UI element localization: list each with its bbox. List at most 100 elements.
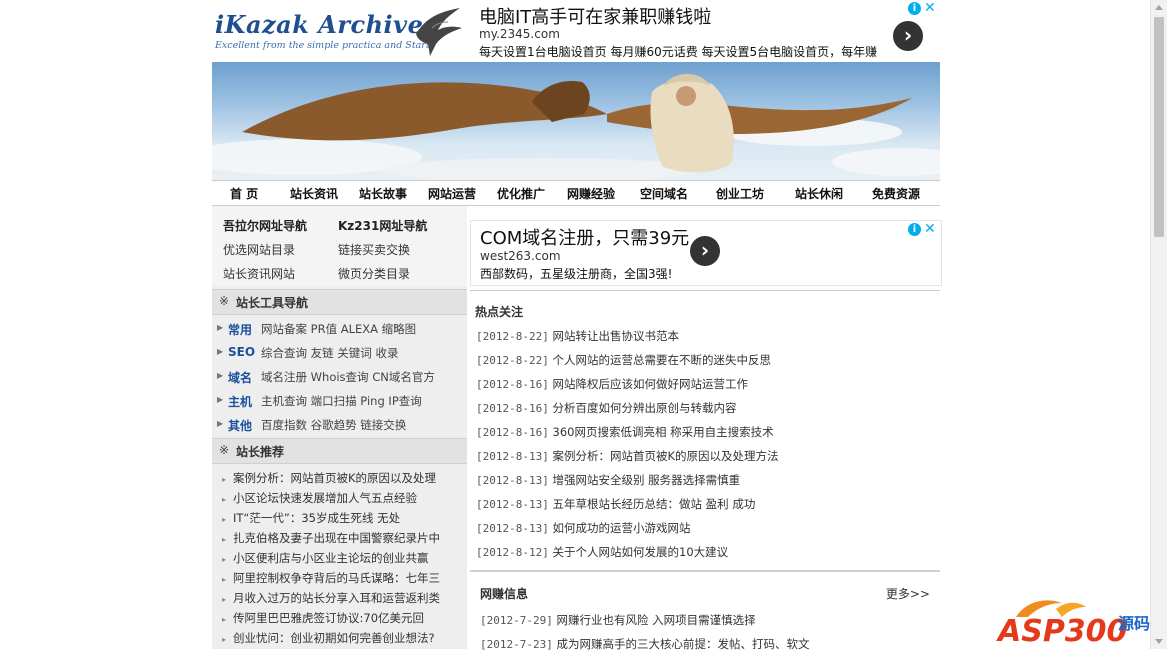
logo-slogan: Excellent from the simple practica and S…: [215, 40, 434, 51]
list-item[interactable]: ▸ 月收入过万的站长分享入耳和运营返利类: [222, 590, 440, 606]
list-item[interactable]: ▸ 创业忧问：创业初期如何完善创业想法?: [222, 630, 435, 646]
scrollbar-thumb[interactable]: [1154, 17, 1164, 237]
bullet-icon: ▸: [222, 595, 227, 604]
watermark-logo-icon: ASP300 源码: [996, 600, 1150, 649]
bullet-icon: ▸: [222, 555, 227, 564]
ad-go-arrow-icon[interactable]: ›: [893, 21, 923, 51]
nav-item-free-resources[interactable]: 免费资源: [872, 185, 920, 202]
ad-go-arrow-icon[interactable]: ›: [690, 236, 720, 266]
ad-close-icon[interactable]: ✕: [924, 0, 936, 16]
nav-item-webmaster-stories[interactable]: 站长故事: [359, 185, 407, 202]
eagle-logo-icon: [416, 8, 462, 56]
nav-item-seo-promotion[interactable]: 优化推广: [497, 185, 545, 202]
list-item[interactable]: ▸ 阿里控制权争夺背后的马氏谋略：七年三: [222, 570, 440, 586]
list-item[interactable]: [2012-8-12] 关于个人网站如何发展的10大建议: [476, 544, 728, 560]
ad-description: 西部数码，五星级注册商，全国3强!: [480, 267, 673, 281]
bullet-icon: ▸: [222, 635, 227, 644]
bullet-icon: ▸: [222, 495, 227, 504]
content-advertisement[interactable]: COM域名注册，只需39元 west263.com 西部数码，五星级注册商，全国…: [470, 220, 942, 286]
ad-url[interactable]: my.2345.com: [479, 27, 560, 41]
list-item[interactable]: [2012-8-16] 360网页搜索低调亮相 称采用自主搜索技术: [476, 424, 774, 440]
site-link[interactable]: Kz231网址导航: [338, 217, 427, 234]
ad-title[interactable]: COM域名注册，只需39元: [480, 224, 689, 250]
main-navigation: 首 页 站长资讯 站长故事 网站运营 优化推广 网赚经验 空间域名 创业工坊 站…: [212, 180, 940, 206]
asp300-watermark: ASP300 源码: [996, 595, 1160, 649]
site-directory-links: 吾拉尔网址导航 Kz231网址导航 优选网站目录 链接买卖交换 站长资讯网站 微…: [212, 206, 467, 286]
tool-row: ▶ SEO 综合查询 友链 关键词 收录: [212, 342, 467, 366]
site-logo[interactable]: iKazak Archives Excellent from the simpl…: [212, 0, 470, 60]
nav-item-site-operation[interactable]: 网站运营: [428, 185, 476, 202]
top-advertisement[interactable]: 电脑IT高手可在家兼职赚钱啦 my.2345.com 每天设置1台电脑设首页 每…: [470, 0, 940, 60]
nav-item-hosting-domain[interactable]: 空间域名: [640, 185, 688, 202]
nav-item-leisure[interactable]: 站长休闲: [795, 185, 843, 202]
list-item[interactable]: [2012-8-22] 网站转让出售协议书范本: [476, 328, 679, 344]
ad-description: 每天设置1台电脑设首页 每月赚60元话费 每天设置5台电脑设首页，每年赚: [479, 45, 878, 59]
watermark-brand: ASP300: [996, 614, 1127, 647]
tool-links[interactable]: 百度指数 谷歌趋势 链接交换: [261, 417, 406, 433]
main-content: COM域名注册，只需39元 west263.com 西部数码，五星级注册商，全国…: [470, 206, 942, 652]
more-link[interactable]: 更多>>: [886, 585, 930, 602]
section-title: 站长推荐: [236, 445, 285, 459]
tool-row: ▶ 常用 网站备案 PR值 ALEXA 缩略图: [212, 318, 467, 342]
bullet-icon: ▸: [222, 615, 227, 624]
tool-links[interactable]: 主机查询 端口扫描 Ping IP查询: [261, 393, 422, 409]
site-link[interactable]: 站长资讯网站: [223, 265, 295, 282]
list-item[interactable]: ▸ 扎克伯格及妻子出现在中国警察纪录片中: [222, 530, 440, 546]
list-item[interactable]: [2012-8-16] 网站降权后应该如何做好网站运营工作: [476, 376, 748, 392]
ad-title[interactable]: 电脑IT高手可在家兼职赚钱啦: [479, 3, 711, 29]
tool-row: ▶ 其他 百度指数 谷歌趋势 链接交换: [212, 414, 467, 438]
list-item[interactable]: [2012-7-23] 成为网赚高手的三大核心前提：发帖、打码、软文: [480, 636, 810, 652]
arrow-right-icon: ▶: [217, 395, 224, 404]
recommend-section-header: ※ 站长推荐: [212, 438, 467, 464]
list-item[interactable]: ▸ 小区论坛快速发展增加人气五点经验: [222, 490, 417, 506]
list-item[interactable]: [2012-8-13] 案例分析：网站首页被K的原因以及处理方法: [476, 448, 779, 464]
list-item[interactable]: ▸ IT“茫一代”：35岁成生死线 无处: [222, 510, 400, 526]
site-link[interactable]: 优选网站目录: [223, 241, 295, 258]
tool-links[interactable]: 网站备案 PR值 ALEXA 缩略图: [261, 321, 416, 337]
site-link[interactable]: 吾拉尔网址导航: [223, 217, 307, 234]
list-item[interactable]: ▸ 案例分析：网站首页被K的原因以及处理: [222, 470, 436, 486]
tool-category[interactable]: 主机: [228, 393, 252, 410]
tool-row: ▶ 域名 域名注册 Whois查询 CN域名官方: [212, 366, 467, 390]
online-earning-box: 网赚信息 更多>> [2012-7-29] 网赚行业也有风险 入网项目需谨慎选择…: [470, 570, 940, 652]
logo-title: iKazak Archives: [215, 10, 438, 39]
bullet-icon: ▸: [222, 535, 227, 544]
list-item[interactable]: [2012-8-16] 分析百度如何分辨出原创与转载内容: [476, 400, 737, 416]
nav-item-home[interactable]: 首 页: [230, 185, 258, 202]
nav-item-startup-workshop[interactable]: 创业工坊: [716, 185, 764, 202]
site-link[interactable]: 链接买卖交换: [338, 241, 410, 258]
nav-item-webmaster-news[interactable]: 站长资讯: [290, 185, 338, 202]
list-item[interactable]: [2012-8-22] 个人网站的运营总需要在不断的迷失中反思: [476, 352, 771, 368]
tool-category[interactable]: SEO: [228, 345, 255, 359]
tool-category[interactable]: 其他: [228, 417, 252, 434]
tool-links[interactable]: 综合查询 友链 关键词 收录: [261, 345, 398, 361]
list-item[interactable]: ▸ 小区便利店与小区业主论坛的创业共赢: [222, 550, 429, 566]
list-item[interactable]: [2012-8-13] 如何成功的运营小游戏网站: [476, 520, 691, 536]
ad-url[interactable]: west263.com: [480, 249, 561, 263]
tool-category[interactable]: 域名: [228, 369, 252, 386]
site-link[interactable]: 微页分类目录: [338, 265, 410, 282]
bullet-icon: ▸: [222, 575, 227, 584]
ad-info-icon[interactable]: i: [908, 223, 921, 236]
tool-category[interactable]: 常用: [228, 321, 252, 338]
online-earning-title: 网赚信息: [480, 587, 529, 601]
ad-info-icon[interactable]: i: [908, 2, 921, 15]
ad-close-icon[interactable]: ✕: [924, 221, 936, 237]
tool-links[interactable]: 域名注册 Whois查询 CN域名官方: [261, 369, 435, 385]
bullet-icon: ▸: [222, 515, 227, 524]
tool-row: ▶ 主机 主机查询 端口扫描 Ping IP查询: [212, 390, 467, 414]
list-item[interactable]: ▸ 传阿里巴巴雅虎签订协议:70亿美元回: [222, 610, 424, 626]
nav-item-online-earning[interactable]: 网赚经验: [567, 185, 615, 202]
list-item[interactable]: [2012-8-13] 五年草根站长经历总结：做站 盈利 成功: [476, 496, 755, 512]
left-sidebar: 吾拉尔网址导航 Kz231网址导航 优选网站目录 链接买卖交换 站长资讯网站 微…: [212, 206, 467, 649]
divider: [470, 290, 940, 291]
header-banner-image: [212, 62, 940, 180]
vertical-scrollbar[interactable]: [1150, 0, 1167, 649]
arrow-right-icon: ▶: [217, 347, 224, 356]
reference-mark-icon: ※: [219, 443, 230, 457]
banner-illustration: [212, 74, 940, 180]
list-item[interactable]: [2012-7-29] 网赚行业也有风险 入网项目需谨慎选择: [480, 612, 756, 628]
list-item[interactable]: [2012-8-13] 增强网站安全级别 服务器选择需慎重: [476, 472, 740, 488]
header: iKazak Archives Excellent from the simpl…: [212, 0, 940, 62]
scroll-up-arrow-icon[interactable]: [1155, 5, 1163, 10]
